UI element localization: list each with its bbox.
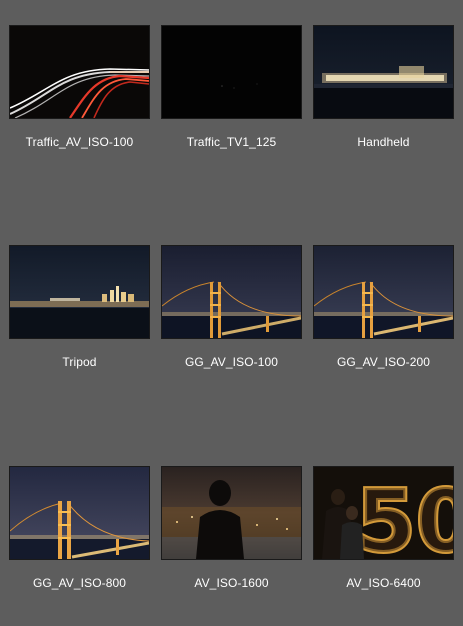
photo-thumbnail[interactable]: [161, 466, 302, 560]
photo-thumbnail[interactable]: [9, 466, 150, 560]
photo-caption: Handheld: [357, 135, 410, 149]
photo-thumbnail[interactable]: [161, 245, 302, 339]
photo-item[interactable]: Traffic_TV1_125: [161, 25, 302, 185]
photo-thumbnail[interactable]: [9, 245, 150, 339]
photo-item[interactable]: Handheld: [313, 25, 454, 185]
photo-grid: Traffic_AV_ISO-100 Traffic_TV1_125 Handh…: [0, 0, 463, 600]
svg-text:50: 50: [356, 472, 453, 559]
photo-caption: GG_AV_ISO-800: [32, 576, 127, 590]
photo-item[interactable]: 50 50 AV_ISO-6400: [313, 466, 454, 626]
photo-item[interactable]: AV_ISO-1600: [161, 466, 302, 626]
photo-item[interactable]: GG_AV_ISO-800: [9, 466, 150, 626]
photo-thumbnail[interactable]: [313, 25, 454, 119]
photo-item[interactable]: Tripod: [9, 245, 150, 405]
photo-caption: Traffic_AV_ISO-100: [25, 135, 134, 149]
photo-caption: GG_AV_ISO-200: [336, 355, 431, 369]
photo-caption: AV_ISO-1600: [194, 576, 269, 590]
photo-caption: GG_AV_ISO-100: [184, 355, 279, 369]
photo-item[interactable]: Traffic_AV_ISO-100: [9, 25, 150, 185]
photo-item[interactable]: GG_AV_ISO-200: [313, 245, 454, 405]
photo-caption: AV_ISO-6400: [346, 576, 421, 590]
photo-thumbnail[interactable]: [9, 25, 150, 119]
photo-thumbnail[interactable]: [161, 25, 302, 119]
photo-caption: Traffic_TV1_125: [186, 135, 277, 149]
photo-thumbnail[interactable]: [313, 245, 454, 339]
photo-thumbnail[interactable]: 50 50: [313, 466, 454, 560]
photo-caption: Tripod: [62, 355, 97, 369]
photo-item[interactable]: GG_AV_ISO-100: [161, 245, 302, 405]
